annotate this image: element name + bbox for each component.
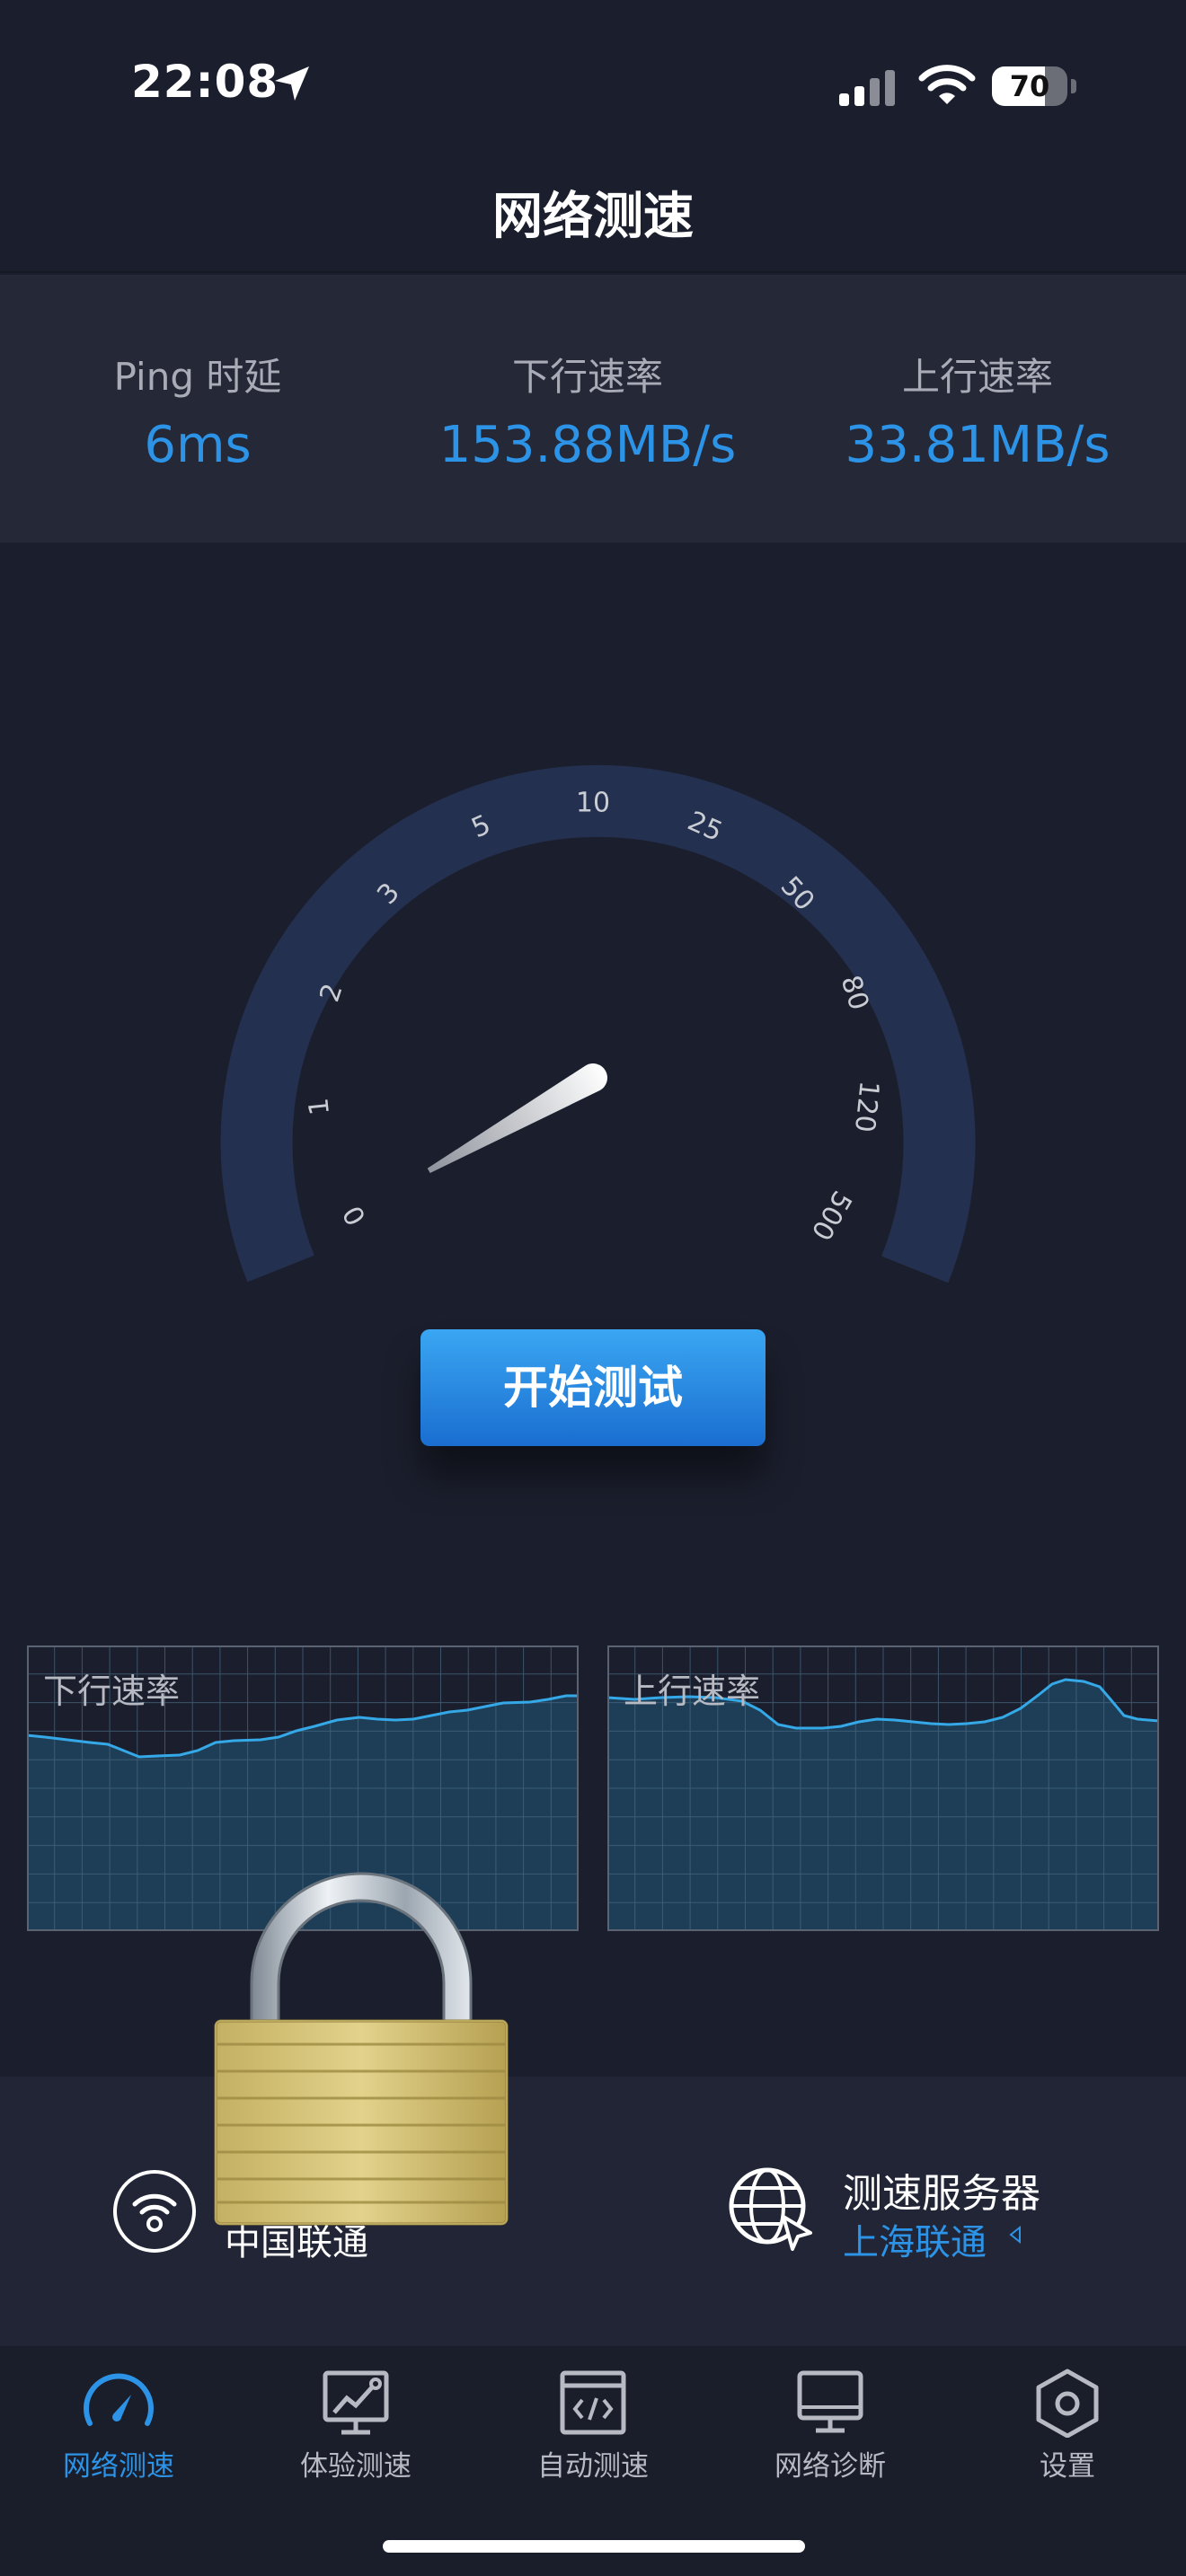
battery-body: 70 [992,66,1067,106]
tab-speed-test[interactable]: 网络测速 [0,2360,237,2486]
header-divider [0,271,1186,273]
wifi-network-icon[interactable] [111,2168,198,2254]
speed-test-screen: 22:08 70 网络测速 Ping 时延 6ms 下行速率 153.88MB/… [0,0,1186,2576]
gauge-svg: 0123510255080120500 [220,764,976,1284]
download-chart-label: 下行速率 [43,1672,181,1711]
tab-auto-test[interactable]: 自动测速 [474,2360,712,2486]
tab-network-diagnosis[interactable]: 网络诊断 [712,2360,949,2486]
ping-stat: Ping 时延 6ms [0,347,395,474]
cellular-signal-icon [839,70,895,106]
tab-experience-test-label: 体验测速 [300,2450,412,2483]
tab-settings[interactable]: 设置 [949,2360,1186,2486]
page-title: 网络测速 [492,188,694,246]
tab-network-diagnosis-label: 网络诊断 [774,2450,886,2483]
wifi-status-icon [918,65,976,104]
home-indicator[interactable] [383,2540,805,2553]
status-bar: 22:08 70 [0,0,1186,144]
battery-indicator: 70 [992,66,1076,106]
gauge-tick-label: 1 [303,1097,336,1117]
upload-label: 上行速率 [901,355,1053,399]
download-stat: 下行速率 153.88MB/s [390,347,785,474]
server-title: 测速服务器 [843,2171,1040,2217]
download-label: 下行速率 [511,355,663,399]
tab-speed-test-label: 网络测速 [63,2450,174,2483]
tab-settings-label: 设置 [1040,2450,1095,2483]
ping-label: Ping 时延 [113,355,282,399]
speedometer-icon [84,2373,154,2426]
location-arrow-icon [275,66,309,101]
gauge-tick-label: 10 [576,788,610,819]
padlock-icon [214,1872,509,2226]
gauge-tick-label: 500 [805,1185,858,1245]
gauge-tick-label: 120 [848,1080,885,1134]
globe-server-icon[interactable] [728,2165,818,2254]
start-test-button[interactable]: 开始测试 [420,1329,766,1446]
gauge-needle [427,1063,607,1174]
gauge-tick-label: 0 [337,1200,373,1231]
status-time: 22:08 [131,56,279,108]
download-value: 153.88MB/s [438,416,737,474]
chart-monitor-icon [323,2370,389,2435]
speed-gauge: 0 1 2 3 5 10 25 50 80 120 500 [0,539,1186,1311]
ping-value: 6ms [144,416,252,474]
battery-tip [1071,79,1076,93]
upload-chart-label: 上行速率 [624,1672,761,1711]
code-window-icon [560,2370,626,2435]
server-name[interactable]: 上海联通 [843,2213,987,2265]
tab-auto-test-label: 自动测速 [537,2450,649,2483]
upload-chart: 上行速率 [607,1645,1159,1931]
settings-hexagon-icon [1036,2369,1099,2438]
monitor-icon [797,2370,863,2433]
battery-percent: 70 [1009,69,1050,103]
tab-experience-test[interactable]: 体验测速 [237,2360,474,2486]
triangle-left-icon[interactable] [1008,2226,1022,2244]
stats-panel: Ping 时延 6ms 下行速率 153.88MB/s 上行速率 33.81MB… [0,275,1186,543]
upload-stat: 上行速率 33.81MB/s [780,347,1175,474]
upload-value: 33.81MB/s [845,416,1111,474]
